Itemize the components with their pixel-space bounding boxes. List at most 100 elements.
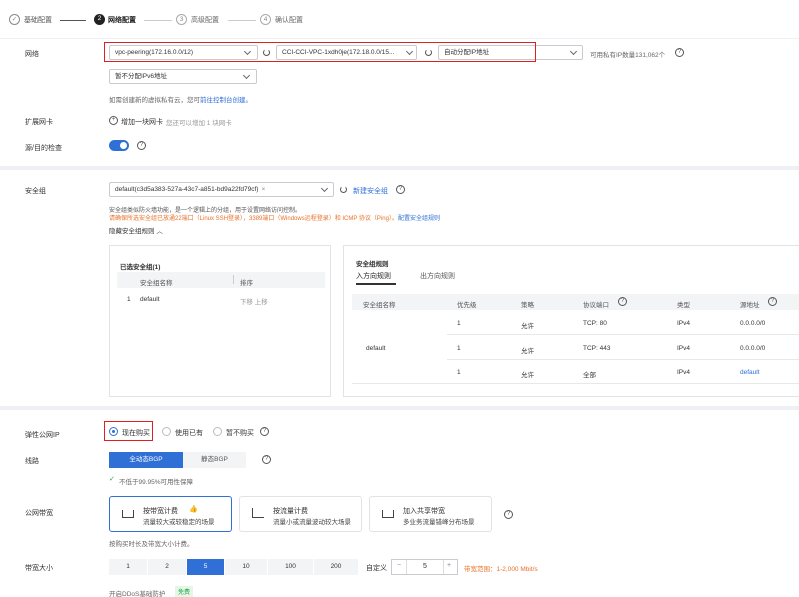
create-vpc-link[interactable]: 前往控制台创建。 (200, 97, 252, 104)
size-option-1[interactable]: 1 (109, 559, 147, 575)
step-divider (144, 20, 172, 21)
ipv6-select[interactable]: 暂不分配IPv6地址 (109, 69, 257, 84)
sla-check-icon: ✓ (109, 476, 115, 483)
bw-card-by-traffic[interactable]: 按流量计费 流量小或流量波动较大场景 (239, 496, 362, 532)
shared-bandwidth-icon (382, 510, 394, 518)
secgroup-warn-text: 请确保所选安全组已放通22端口（Linux SSH登录），3389端口（Wind… (109, 216, 398, 222)
step-1-label[interactable]: 基础配置 (24, 15, 52, 25)
sel-header-order: 排序 (240, 280, 253, 287)
row-divider (447, 334, 799, 335)
tab-active-underline (356, 283, 396, 285)
rule-3-source-link[interactable]: default (740, 369, 760, 376)
secgroup-select[interactable]: default(c3d5a383-527a-43c7-a851-bd9a22fd… (109, 182, 334, 197)
srcdst-label: 源/目的检查 (25, 145, 62, 152)
help-icon[interactable]: ? (768, 297, 777, 306)
rules-header-type: 类型 (677, 302, 690, 309)
size-option-100[interactable]: 100 (268, 559, 313, 575)
header-divider (233, 275, 234, 284)
size-option-200[interactable]: 200 (314, 559, 358, 575)
step-divider (60, 20, 86, 21)
srcdst-toggle[interactable] (109, 140, 129, 151)
rule-3-type: IPv4 (677, 369, 691, 376)
sla-text: 不低于99.95%可用性保障 (119, 479, 194, 486)
vpc-hint-text: 如需创建新的虚拟私有云，您可 (109, 97, 200, 104)
help-icon[interactable]: ? (137, 141, 146, 150)
rule-group-name: default (366, 345, 386, 352)
network-highlight-box (104, 42, 536, 62)
radio-no-buy[interactable] (213, 427, 222, 436)
free-badge: 免费 (175, 586, 194, 597)
secgroup-label: 安全组 (25, 188, 46, 195)
vpc-hint: 如需创建新的虚拟私有云，您可前往控制台创建。 (109, 94, 252, 104)
rules-header-source: 源地址 (740, 302, 760, 309)
size-option-10[interactable]: 10 (225, 559, 267, 575)
rule-1-priority: 1 (457, 320, 461, 327)
chevron-up-icon: ︿ (156, 228, 163, 235)
step-3-label[interactable]: 高级配置 (191, 15, 219, 25)
rules-panel (343, 245, 799, 397)
bw-label: 公网带宽 (25, 510, 53, 517)
network-label: 网络 (25, 51, 39, 58)
size-stepper[interactable]: − 5 + (391, 559, 458, 575)
step-3-circle: 3 (176, 14, 187, 25)
help-icon[interactable]: ? (262, 455, 271, 464)
custom-label: 自定义 (366, 565, 387, 572)
size-option-5[interactable]: 5 (187, 559, 224, 575)
rule-1-source: 0.0.0.0/0 (740, 320, 766, 327)
step-4-circle: 4 (260, 14, 271, 25)
thumb-icon: 👍 (189, 506, 198, 513)
rule-1-type: IPv4 (677, 320, 691, 327)
ipv6-value: 暂不分配IPv6地址 (115, 73, 168, 80)
step-2-circle: 2 (94, 14, 105, 25)
radio-use-existing[interactable] (162, 427, 171, 436)
help-icon[interactable]: ? (396, 185, 405, 194)
bw-hint: 按购买时长及带宽大小计费。 (109, 541, 194, 548)
bandwidth-icon (122, 510, 134, 518)
bw-card-shared[interactable]: 加入共享带宽 多业务流量错峰分布场景 (369, 496, 492, 532)
radio-buy-now[interactable] (109, 427, 118, 436)
step-2-label[interactable]: 网络配置 (108, 15, 136, 25)
size-option-2[interactable]: 2 (148, 559, 186, 575)
add-nic-button[interactable]: 增加一块网卡 (121, 117, 163, 127)
add-circle-icon[interactable]: + (109, 116, 118, 125)
stepper-divider (406, 560, 407, 574)
opt-buy-label[interactable]: 现在购买 (122, 428, 150, 438)
rules-header-policy: 策略 (521, 302, 534, 309)
size-range: 带宽范围：1-2,000 Mbit/s (464, 566, 538, 573)
steps-bar: ✓ 基础配置 2 网络配置 3 高级配置 4 确认配置 (0, 0, 799, 38)
bw-card-by-bandwidth[interactable]: 按带宽计费 👍 流量较大或较稳定的场景 (109, 496, 232, 532)
bw-card-sub: 流量小或流量波动较大场景 (273, 519, 351, 526)
sel-row-actions[interactable]: 下移 上移 (240, 296, 268, 306)
line-static-bgp-button[interactable]: 静态BGP (183, 452, 246, 468)
step-4-label[interactable]: 确认配置 (275, 15, 303, 25)
bw-card-title: 按带宽计费 (143, 508, 178, 515)
remove-tag-icon[interactable]: × (261, 186, 265, 193)
rule-1-policy: 允许 (521, 323, 534, 330)
help-icon[interactable]: ? (675, 48, 684, 57)
nic-hint: 您还可以增加 1 块网卡 (166, 120, 232, 127)
help-icon[interactable]: ? (260, 427, 269, 436)
selected-secgroup-title: 已选安全组(1) (120, 264, 161, 271)
size-value[interactable]: 5 (423, 563, 427, 570)
help-icon[interactable]: ? (618, 297, 627, 306)
plus-icon[interactable]: + (447, 562, 451, 569)
traffic-chart-icon (252, 508, 264, 518)
step-divider (228, 20, 256, 21)
refresh-icon[interactable] (340, 186, 347, 193)
row-divider (352, 383, 799, 384)
hide-rules-toggle[interactable]: 隐藏安全组规则 ︿ (109, 225, 163, 235)
tab-inbound[interactable]: 入方向规则 (356, 271, 391, 281)
bw-card-sub: 流量较大或较稳定的场景 (143, 519, 215, 526)
minus-icon[interactable]: − (397, 562, 401, 569)
tab-outbound[interactable]: 出方向规则 (420, 271, 455, 281)
new-secgroup-link[interactable]: 新建安全组 (353, 186, 388, 196)
sel-row-index: 1 (127, 296, 131, 303)
opt-use-label[interactable]: 使用已有 (175, 428, 203, 438)
opt-none-label[interactable]: 暂不购买 (226, 428, 254, 438)
size-label: 带宽大小 (25, 565, 53, 572)
row-divider (447, 359, 799, 360)
config-rules-link[interactable]: 配置安全组规则 (398, 216, 440, 222)
line-full-bgp-button[interactable]: 全动态BGP (109, 452, 183, 468)
nic-label: 扩展网卡 (25, 119, 53, 126)
help-icon[interactable]: ? (504, 510, 513, 519)
